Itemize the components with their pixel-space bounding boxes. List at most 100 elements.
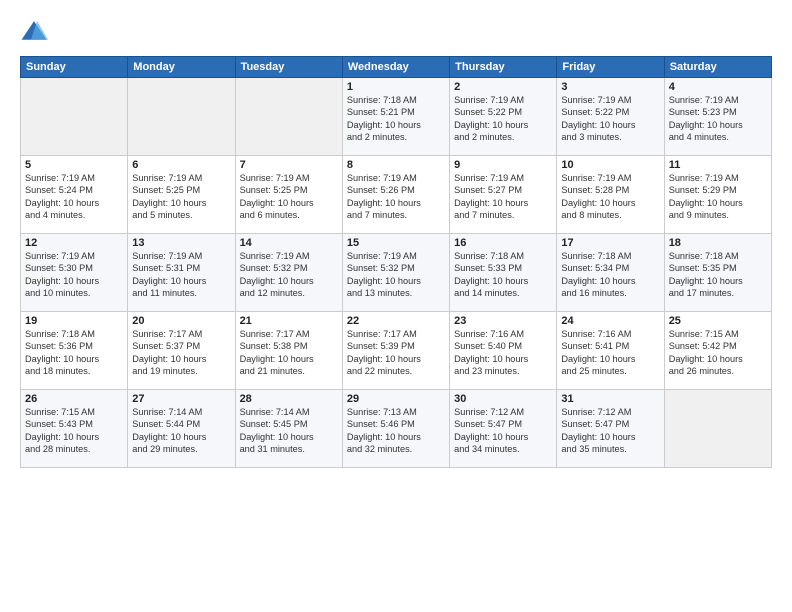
- day-info: Sunrise: 7:19 AM Sunset: 5:22 PM Dayligh…: [454, 94, 552, 144]
- day-info: Sunrise: 7:12 AM Sunset: 5:47 PM Dayligh…: [561, 406, 659, 456]
- day-info: Sunrise: 7:18 AM Sunset: 5:34 PM Dayligh…: [561, 250, 659, 300]
- day-number: 12: [25, 237, 123, 249]
- day-number: 10: [561, 159, 659, 171]
- weekday-wednesday: Wednesday: [342, 57, 449, 78]
- day-info: Sunrise: 7:17 AM Sunset: 5:39 PM Dayligh…: [347, 328, 445, 378]
- day-cell: 9Sunrise: 7:19 AM Sunset: 5:27 PM Daylig…: [450, 156, 557, 234]
- day-cell: 17Sunrise: 7:18 AM Sunset: 5:34 PM Dayli…: [557, 234, 664, 312]
- day-number: 22: [347, 315, 445, 327]
- day-cell: 3Sunrise: 7:19 AM Sunset: 5:22 PM Daylig…: [557, 78, 664, 156]
- day-cell: 5Sunrise: 7:19 AM Sunset: 5:24 PM Daylig…: [21, 156, 128, 234]
- day-info: Sunrise: 7:19 AM Sunset: 5:24 PM Dayligh…: [25, 172, 123, 222]
- day-cell: 6Sunrise: 7:19 AM Sunset: 5:25 PM Daylig…: [128, 156, 235, 234]
- day-info: Sunrise: 7:17 AM Sunset: 5:38 PM Dayligh…: [240, 328, 338, 378]
- day-info: Sunrise: 7:15 AM Sunset: 5:42 PM Dayligh…: [669, 328, 767, 378]
- day-info: Sunrise: 7:19 AM Sunset: 5:22 PM Dayligh…: [561, 94, 659, 144]
- day-number: 5: [25, 159, 123, 171]
- day-number: 23: [454, 315, 552, 327]
- weekday-saturday: Saturday: [664, 57, 771, 78]
- day-number: 4: [669, 81, 767, 93]
- day-number: 25: [669, 315, 767, 327]
- weekday-sunday: Sunday: [21, 57, 128, 78]
- weekday-header-row: SundayMondayTuesdayWednesdayThursdayFrid…: [21, 57, 772, 78]
- weekday-monday: Monday: [128, 57, 235, 78]
- day-number: 26: [25, 393, 123, 405]
- day-number: 30: [454, 393, 552, 405]
- day-cell: 18Sunrise: 7:18 AM Sunset: 5:35 PM Dayli…: [664, 234, 771, 312]
- day-number: 3: [561, 81, 659, 93]
- day-info: Sunrise: 7:19 AM Sunset: 5:27 PM Dayligh…: [454, 172, 552, 222]
- day-number: 17: [561, 237, 659, 249]
- day-info: Sunrise: 7:19 AM Sunset: 5:32 PM Dayligh…: [347, 250, 445, 300]
- logo-icon: [20, 18, 48, 46]
- weekday-tuesday: Tuesday: [235, 57, 342, 78]
- day-number: 19: [25, 315, 123, 327]
- day-number: 16: [454, 237, 552, 249]
- day-cell: 25Sunrise: 7:15 AM Sunset: 5:42 PM Dayli…: [664, 312, 771, 390]
- day-number: 2: [454, 81, 552, 93]
- day-number: 18: [669, 237, 767, 249]
- week-row-5: 26Sunrise: 7:15 AM Sunset: 5:43 PM Dayli…: [21, 390, 772, 468]
- day-info: Sunrise: 7:16 AM Sunset: 5:41 PM Dayligh…: [561, 328, 659, 378]
- day-cell: 13Sunrise: 7:19 AM Sunset: 5:31 PM Dayli…: [128, 234, 235, 312]
- week-row-3: 12Sunrise: 7:19 AM Sunset: 5:30 PM Dayli…: [21, 234, 772, 312]
- day-cell: 11Sunrise: 7:19 AM Sunset: 5:29 PM Dayli…: [664, 156, 771, 234]
- day-info: Sunrise: 7:16 AM Sunset: 5:40 PM Dayligh…: [454, 328, 552, 378]
- day-cell: [21, 78, 128, 156]
- day-cell: 22Sunrise: 7:17 AM Sunset: 5:39 PM Dayli…: [342, 312, 449, 390]
- day-cell: 15Sunrise: 7:19 AM Sunset: 5:32 PM Dayli…: [342, 234, 449, 312]
- day-cell: 27Sunrise: 7:14 AM Sunset: 5:44 PM Dayli…: [128, 390, 235, 468]
- day-info: Sunrise: 7:17 AM Sunset: 5:37 PM Dayligh…: [132, 328, 230, 378]
- day-info: Sunrise: 7:19 AM Sunset: 5:25 PM Dayligh…: [132, 172, 230, 222]
- day-info: Sunrise: 7:19 AM Sunset: 5:29 PM Dayligh…: [669, 172, 767, 222]
- day-info: Sunrise: 7:19 AM Sunset: 5:31 PM Dayligh…: [132, 250, 230, 300]
- day-cell: 31Sunrise: 7:12 AM Sunset: 5:47 PM Dayli…: [557, 390, 664, 468]
- day-info: Sunrise: 7:19 AM Sunset: 5:28 PM Dayligh…: [561, 172, 659, 222]
- day-number: 28: [240, 393, 338, 405]
- day-cell: 26Sunrise: 7:15 AM Sunset: 5:43 PM Dayli…: [21, 390, 128, 468]
- week-row-2: 5Sunrise: 7:19 AM Sunset: 5:24 PM Daylig…: [21, 156, 772, 234]
- day-cell: 23Sunrise: 7:16 AM Sunset: 5:40 PM Dayli…: [450, 312, 557, 390]
- day-number: 1: [347, 81, 445, 93]
- day-info: Sunrise: 7:15 AM Sunset: 5:43 PM Dayligh…: [25, 406, 123, 456]
- day-cell: 12Sunrise: 7:19 AM Sunset: 5:30 PM Dayli…: [21, 234, 128, 312]
- day-cell: 4Sunrise: 7:19 AM Sunset: 5:23 PM Daylig…: [664, 78, 771, 156]
- weekday-thursday: Thursday: [450, 57, 557, 78]
- week-row-4: 19Sunrise: 7:18 AM Sunset: 5:36 PM Dayli…: [21, 312, 772, 390]
- day-cell: 7Sunrise: 7:19 AM Sunset: 5:25 PM Daylig…: [235, 156, 342, 234]
- week-row-1: 1Sunrise: 7:18 AM Sunset: 5:21 PM Daylig…: [21, 78, 772, 156]
- weekday-friday: Friday: [557, 57, 664, 78]
- day-number: 31: [561, 393, 659, 405]
- day-number: 9: [454, 159, 552, 171]
- day-cell: 16Sunrise: 7:18 AM Sunset: 5:33 PM Dayli…: [450, 234, 557, 312]
- day-number: 6: [132, 159, 230, 171]
- day-cell: [664, 390, 771, 468]
- day-info: Sunrise: 7:12 AM Sunset: 5:47 PM Dayligh…: [454, 406, 552, 456]
- header: [20, 18, 772, 46]
- day-info: Sunrise: 7:18 AM Sunset: 5:36 PM Dayligh…: [25, 328, 123, 378]
- day-cell: 21Sunrise: 7:17 AM Sunset: 5:38 PM Dayli…: [235, 312, 342, 390]
- day-cell: 14Sunrise: 7:19 AM Sunset: 5:32 PM Dayli…: [235, 234, 342, 312]
- day-info: Sunrise: 7:18 AM Sunset: 5:21 PM Dayligh…: [347, 94, 445, 144]
- day-number: 14: [240, 237, 338, 249]
- day-cell: 8Sunrise: 7:19 AM Sunset: 5:26 PM Daylig…: [342, 156, 449, 234]
- day-info: Sunrise: 7:18 AM Sunset: 5:35 PM Dayligh…: [669, 250, 767, 300]
- day-cell: [128, 78, 235, 156]
- day-info: Sunrise: 7:19 AM Sunset: 5:26 PM Dayligh…: [347, 172, 445, 222]
- day-cell: [235, 78, 342, 156]
- day-cell: 29Sunrise: 7:13 AM Sunset: 5:46 PM Dayli…: [342, 390, 449, 468]
- day-number: 21: [240, 315, 338, 327]
- logo: [20, 18, 52, 46]
- day-cell: 10Sunrise: 7:19 AM Sunset: 5:28 PM Dayli…: [557, 156, 664, 234]
- day-number: 7: [240, 159, 338, 171]
- day-cell: 30Sunrise: 7:12 AM Sunset: 5:47 PM Dayli…: [450, 390, 557, 468]
- day-info: Sunrise: 7:19 AM Sunset: 5:23 PM Dayligh…: [669, 94, 767, 144]
- day-number: 8: [347, 159, 445, 171]
- page: SundayMondayTuesdayWednesdayThursdayFrid…: [0, 0, 792, 612]
- day-cell: 20Sunrise: 7:17 AM Sunset: 5:37 PM Dayli…: [128, 312, 235, 390]
- calendar-table: SundayMondayTuesdayWednesdayThursdayFrid…: [20, 56, 772, 468]
- day-cell: 28Sunrise: 7:14 AM Sunset: 5:45 PM Dayli…: [235, 390, 342, 468]
- day-info: Sunrise: 7:13 AM Sunset: 5:46 PM Dayligh…: [347, 406, 445, 456]
- day-info: Sunrise: 7:19 AM Sunset: 5:32 PM Dayligh…: [240, 250, 338, 300]
- day-cell: 2Sunrise: 7:19 AM Sunset: 5:22 PM Daylig…: [450, 78, 557, 156]
